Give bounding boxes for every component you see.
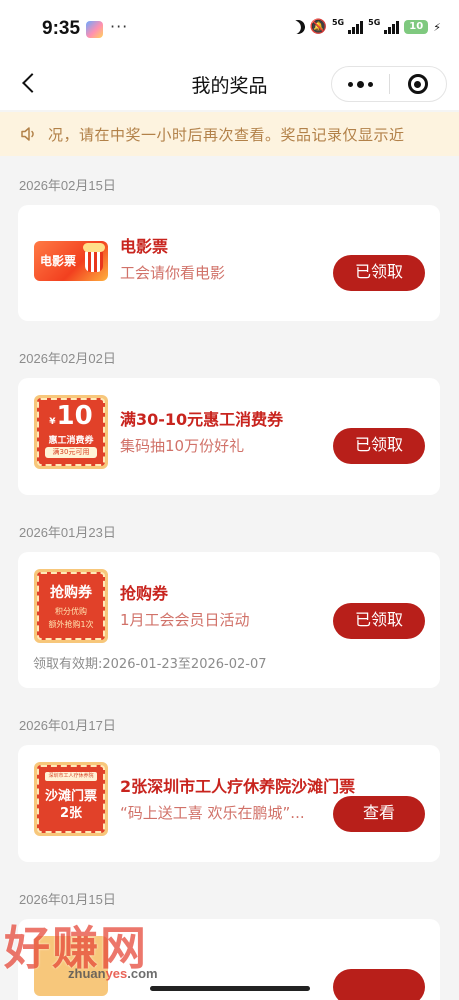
prize-title: 2张深圳市工人疗休养院沙滩门票 (120, 777, 356, 796)
signal-icon-1 (348, 20, 364, 34)
watermark-url-part: zhuan (68, 966, 106, 981)
view-button[interactable]: 查看 (333, 796, 425, 832)
coupon-face: 深圳市工人疗休养院 沙滩门票 2张 (37, 765, 105, 833)
validity-period: 领取有效期:2026-01-23至2026-02-07 (33, 657, 267, 672)
prize-date: 2026年02月15日 (19, 178, 116, 193)
action-button[interactable] (333, 969, 425, 1000)
watermark-url-part: .com (127, 966, 158, 981)
prize-title: 抢购券 (120, 584, 169, 603)
prize-subtitle: 集码抽10万份好礼 (120, 437, 245, 455)
coupon-value: 10 (56, 401, 93, 431)
gallery-app-icon (86, 21, 103, 38)
popcorn-icon (83, 243, 105, 272)
prize-card[interactable]: ¥10 惠工消费券 满30元可用 满30-10元惠工消费券 集码抽10万份好礼 … (18, 378, 440, 495)
coupon-currency: ¥ (49, 417, 56, 427)
network-label-2: 5G (368, 17, 381, 27)
prize-card[interactable]: 电影票 电影票 工会请你看电影 已领取 (18, 205, 440, 321)
movie-ticket-thumbnail: 电影票 (34, 241, 108, 281)
status-more-text: ··· (110, 17, 129, 36)
navigation-bar: 我的奖品 (0, 58, 459, 110)
coupon-condition: 满30元可用 (45, 447, 97, 458)
prize-card[interactable]: 抢购券 积分优购 额外抢购1次 抢购券 1月工会会员日活动 已领取 领取有效期:… (18, 552, 440, 688)
do-not-disturb-icon (289, 18, 307, 36)
flash-sale-coupon-thumbnail: 抢购券 积分优购 额外抢购1次 (34, 569, 108, 643)
claimed-button[interactable]: 已领取 (333, 255, 425, 291)
charging-icon: ⚡ (433, 20, 441, 34)
battery-icon: 10 (404, 20, 429, 34)
mute-icon: 🔕 (309, 19, 327, 35)
mini-program-capsule (331, 66, 447, 102)
coupon-name: 惠工消费券 (48, 436, 94, 446)
watermark-url: zhuanyes.com (68, 966, 158, 981)
coupon-face: ¥10 惠工消费券 满30元可用 (37, 398, 105, 466)
notice-text: 况，请在中奖一小时后再次查看。奖品记录仅显示近 (48, 126, 405, 144)
prize-date: 2026年01月23日 (19, 525, 116, 540)
close-miniprogram-button[interactable] (390, 67, 447, 101)
prize-subtitle: 工会请你看电影 (120, 264, 226, 282)
coupon-line: 沙滩门票 (44, 789, 97, 804)
prize-date: 2026年01月17日 (19, 718, 116, 733)
consumer-coupon-thumbnail: ¥10 惠工消费券 满30元可用 (34, 395, 108, 469)
coupon-line: 额外抢购1次 (48, 620, 94, 629)
more-dots-icon (347, 80, 373, 88)
network-label-1: 5G (331, 17, 345, 27)
prize-card[interactable]: 深圳市工人疗休养院 沙滩门票 2张 2张深圳市工人疗休养院沙滩门票 “码上送工喜… (18, 745, 440, 862)
speaker-icon (21, 127, 34, 141)
prize-subtitle: 1月工会会员日活动 (120, 611, 250, 629)
status-time: 9:35 (42, 18, 81, 39)
prize-title: 电影票 (120, 237, 169, 256)
more-button[interactable] (332, 67, 389, 101)
coupon-face: 抢购券 积分优购 额外抢购1次 (37, 572, 105, 640)
prize-subtitle: “码上送工喜 欢乐在鹏城”... (120, 804, 305, 822)
prize-date: 2026年02月02日 (19, 351, 116, 366)
watermark-url-part: yes (105, 966, 128, 981)
coupon-line: 2张 (59, 806, 83, 821)
coupon-line: 积分优购 (55, 607, 87, 616)
coupon-title: 沙滩门票 2张 (39, 788, 103, 822)
prize-date: 2026年01月15日 (19, 892, 116, 907)
coupon-title: 抢购券 (50, 585, 92, 601)
thumbnail-label: 电影票 (40, 254, 77, 268)
beach-ticket-thumbnail: 深圳市工人疗休养院 沙滩门票 2张 (34, 762, 108, 836)
status-indicators: 🔕 5G 5G 10 ⚡ (289, 17, 441, 36)
coupon-issuer: 深圳市工人疗休养院 (45, 772, 97, 781)
status-bar: 9:35 ··· 🔕 5G 5G 10 ⚡ (0, 0, 459, 58)
signal-icon-2 (384, 20, 400, 34)
notice-bar: 况，请在中奖一小时后再次查看。奖品记录仅显示近 (0, 112, 459, 156)
target-icon (407, 74, 428, 94)
home-indicator[interactable] (150, 986, 310, 991)
prize-title: 满30-10元惠工消费券 (120, 410, 284, 429)
claimed-button[interactable]: 已领取 (333, 603, 425, 639)
claimed-button[interactable]: 已领取 (333, 428, 425, 464)
coupon-amount: ¥10 (39, 402, 103, 430)
